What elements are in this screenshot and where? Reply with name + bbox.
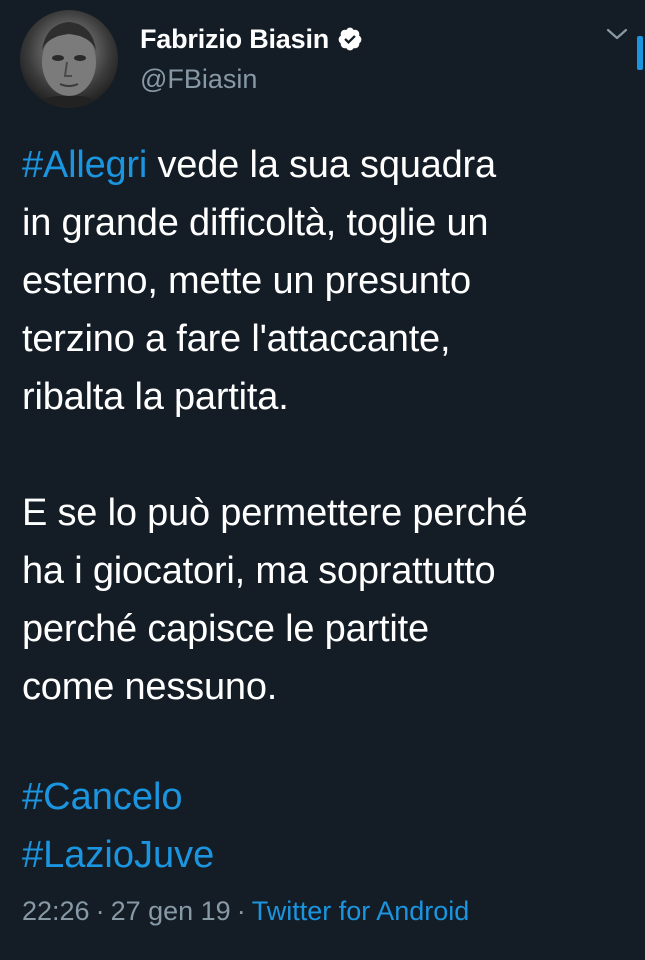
tweet-card: Fabrizio Biasin @FBiasin #Allegri vede l… — [0, 0, 645, 960]
hashtag-link[interactable]: #Cancelo — [22, 768, 214, 826]
tweet-date[interactable]: 27 gen 19 — [111, 896, 231, 926]
tweet-paragraph-1: #Allegri vede la sua squadra in grande d… — [22, 136, 632, 426]
author-names: Fabrizio Biasin @FBiasin — [140, 22, 363, 95]
verified-badge-icon — [337, 26, 363, 52]
tweet-meta: 22:26 · 27 gen 19 · Twitter for Android — [22, 896, 469, 927]
tweet-text: #Allegri vede la sua squadra in grande d… — [22, 136, 632, 716]
tweet-line-text: vede la sua squadra — [147, 144, 496, 186]
tweet-line: terzino a fare l'attaccante, — [22, 318, 451, 360]
tweet-line: ribalta la partita. — [22, 376, 289, 418]
hashtag-link[interactable]: #LazioJuve — [22, 826, 214, 884]
hashtag-link[interactable]: #Allegri — [22, 144, 147, 186]
tweet-line: #Allegri vede la sua squadra — [22, 136, 632, 194]
avatar-portrait — [38, 22, 100, 108]
tweet-paragraph-2: E se lo può permettere perché ha i gioca… — [22, 484, 632, 716]
avatar[interactable] — [20, 10, 118, 108]
meta-separator: · — [95, 896, 105, 926]
scrollbar-thumb — [637, 36, 643, 70]
author-handle[interactable]: @FBiasin — [140, 64, 363, 95]
tweet-source-link[interactable]: Twitter for Android — [252, 896, 470, 926]
tweet-line: in grande difficoltà, toglie un — [22, 202, 489, 244]
tweet-line: esterno, mette un presunto — [22, 260, 471, 302]
tweet-line: come nessuno. — [22, 666, 278, 708]
tweet-time[interactable]: 22:26 — [22, 896, 90, 926]
meta-separator: · — [236, 896, 246, 926]
tweet-line: perché capisce le partite — [22, 608, 429, 650]
tweet-line: ha i giocatori, ma soprattutto — [22, 550, 496, 592]
chevron-down-icon[interactable] — [604, 24, 630, 44]
display-name-row: Fabrizio Biasin — [140, 22, 363, 56]
tweet-line: E se lo può permettere perché — [22, 492, 528, 534]
display-name[interactable]: Fabrizio Biasin — [140, 24, 329, 55]
tweet-header: Fabrizio Biasin @FBiasin — [20, 10, 630, 110]
hashtag-list: #Cancelo #LazioJuve — [22, 768, 214, 884]
